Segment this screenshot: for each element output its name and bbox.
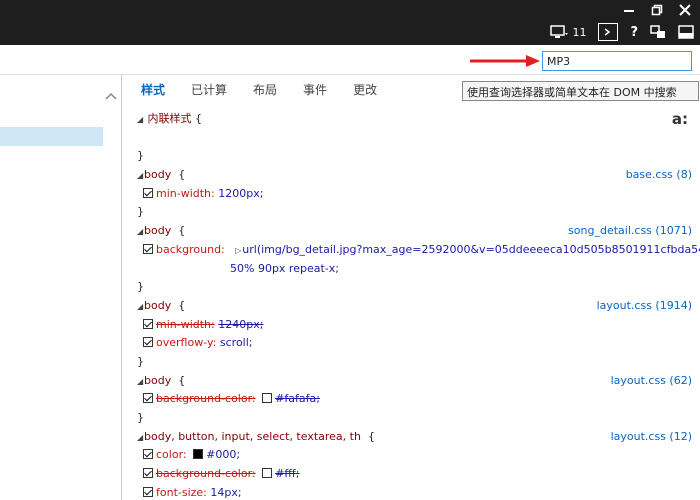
window-controls (622, 4, 692, 20)
rule-source-link[interactable]: layout.css (1914) (597, 297, 692, 316)
emulation-button[interactable]: 11 (550, 25, 586, 39)
pick-element-icon[interactable] (650, 25, 666, 39)
selected-node-row[interactable] (0, 127, 103, 146)
styles-panel: 样式 已计算 布局 事件 更改 使用查询选择器或简单文本在 DOM 中搜索 ◢ … (123, 75, 700, 500)
property-checkbox[interactable] (143, 486, 153, 497)
rule-source-link[interactable]: song_detail.css (1071) (568, 222, 692, 241)
style-rule-header: ◢body {song_detail.css (1071) (137, 222, 692, 241)
scroll-up-icon[interactable] (105, 89, 117, 104)
property-name[interactable]: color: (156, 448, 187, 461)
property-value[interactable]: #000; (206, 448, 240, 461)
style-rule-close: } (137, 411, 144, 424)
collapse-triangle-icon[interactable]: ◢ (137, 223, 144, 242)
property-name[interactable]: background: (156, 243, 225, 256)
property-value-continued[interactable]: 50% 90px repeat-x; (230, 262, 339, 275)
text-format-icon[interactable]: a: (672, 110, 688, 129)
dom-search-bar (0, 45, 700, 75)
tab-computed[interactable]: 已计算 (191, 81, 227, 98)
console-icon[interactable] (598, 23, 619, 41)
tab-layout[interactable]: 布局 (253, 81, 277, 98)
tab-changes[interactable]: 更改 (353, 81, 377, 98)
style-rule-close: } (137, 354, 144, 368)
style-rule-header: ◢body, button, input, select, textarea, … (137, 428, 692, 447)
style-property: min-width: 1240px; (137, 316, 692, 335)
collapse-triangle-icon[interactable]: ◢ (137, 111, 144, 130)
dock-icon[interactable] (678, 25, 694, 39)
property-value[interactable]: 1200px; (218, 187, 263, 200)
dom-search-input[interactable] (542, 51, 692, 71)
property-checkbox[interactable] (143, 318, 153, 329)
inline-style-header: ◢ 内联样式 { a: (137, 110, 688, 130)
collapse-triangle-icon[interactable]: ◢ (137, 167, 144, 186)
search-tooltip: 使用查询选择器或简单文本在 DOM 中搜索 (462, 81, 699, 101)
property-name[interactable]: background-color: (156, 392, 256, 405)
tab-styles[interactable]: 样式 (141, 81, 165, 98)
close-icon[interactable] (678, 4, 692, 20)
style-property: color: #000; (137, 446, 692, 465)
property-name[interactable]: font-size: (156, 486, 207, 499)
rule-selector[interactable]: body, button, input, select, textarea, t… (144, 430, 361, 443)
property-checkbox[interactable] (143, 468, 153, 479)
style-rule-header: ◢body {layout.css (62) (137, 372, 692, 391)
property-name[interactable]: overflow-y: (156, 336, 216, 349)
property-name[interactable]: min-width: (156, 318, 215, 331)
property-checkbox[interactable] (143, 243, 153, 254)
property-name[interactable]: min-width: (156, 187, 215, 200)
style-property: background-color: #fff; (137, 465, 692, 484)
rule-selector[interactable]: body (144, 299, 171, 312)
monitor-icon (550, 25, 569, 38)
property-value[interactable]: url(img/bg_detail.jpg?max_age=2592000&v=… (242, 243, 700, 256)
color-swatch[interactable] (193, 449, 204, 460)
style-property: overflow-y: scroll; (137, 334, 692, 353)
help-icon[interactable]: ? (630, 25, 638, 40)
inline-style-close: } (137, 149, 144, 163)
property-value[interactable]: 1240px; (218, 318, 263, 331)
dom-tree-panel[interactable] (0, 75, 122, 500)
color-swatch[interactable] (262, 393, 273, 404)
style-property: background-color: #fafafa; (137, 390, 692, 409)
property-value[interactable]: #fff; (275, 467, 299, 480)
collapse-triangle-icon[interactable]: ◢ (137, 429, 144, 448)
rule-selector[interactable]: body (144, 374, 171, 387)
tab-events[interactable]: 事件 (303, 81, 327, 98)
property-value[interactable]: #fafafa; (275, 392, 320, 405)
style-property: background: ▷url(img/bg_detail.jpg?max_a… (137, 241, 700, 260)
style-rule-close: } (137, 205, 144, 219)
devtools-top-bar: 11 ? (0, 0, 700, 45)
property-value[interactable]: 14px; (210, 486, 241, 499)
rule-selector[interactable]: body (144, 168, 171, 181)
property-value[interactable]: scroll; (220, 336, 253, 349)
inline-style-label: 内联样式 (147, 112, 192, 125)
rule-source-link[interactable]: layout.css (62) (611, 372, 692, 391)
property-checkbox[interactable] (143, 449, 153, 460)
rule-source-link[interactable]: layout.css (12) (611, 428, 692, 447)
rule-source-link[interactable]: base.css (8) (626, 166, 692, 185)
rule-selector[interactable]: body (144, 224, 171, 237)
style-rule-header: ◢body {base.css (8) (137, 166, 692, 185)
property-checkbox[interactable] (143, 187, 153, 198)
property-name[interactable]: background-color: (156, 467, 256, 480)
property-checkbox[interactable] (143, 337, 153, 348)
color-swatch[interactable] (262, 468, 273, 479)
emulation-count: 11 (572, 25, 587, 39)
style-property: font-size: 14px; (137, 484, 692, 500)
restore-icon[interactable] (650, 4, 664, 20)
annotation-arrow-icon (470, 55, 540, 67)
minimize-icon[interactable] (622, 4, 636, 20)
style-property: min-width: 1200px; (137, 185, 692, 204)
style-rule-close: } (137, 280, 144, 294)
style-rule-header: ◢body {layout.css (1914) (137, 297, 692, 316)
collapse-triangle-icon[interactable]: ◢ (137, 298, 144, 317)
tool-row: 11 ? (550, 23, 694, 41)
collapse-triangle-icon[interactable]: ◢ (137, 373, 144, 392)
style-rules: ◢ 内联样式 { a: } ◢body {base.css (8) min-wid… (137, 110, 700, 500)
property-checkbox[interactable] (143, 393, 153, 404)
